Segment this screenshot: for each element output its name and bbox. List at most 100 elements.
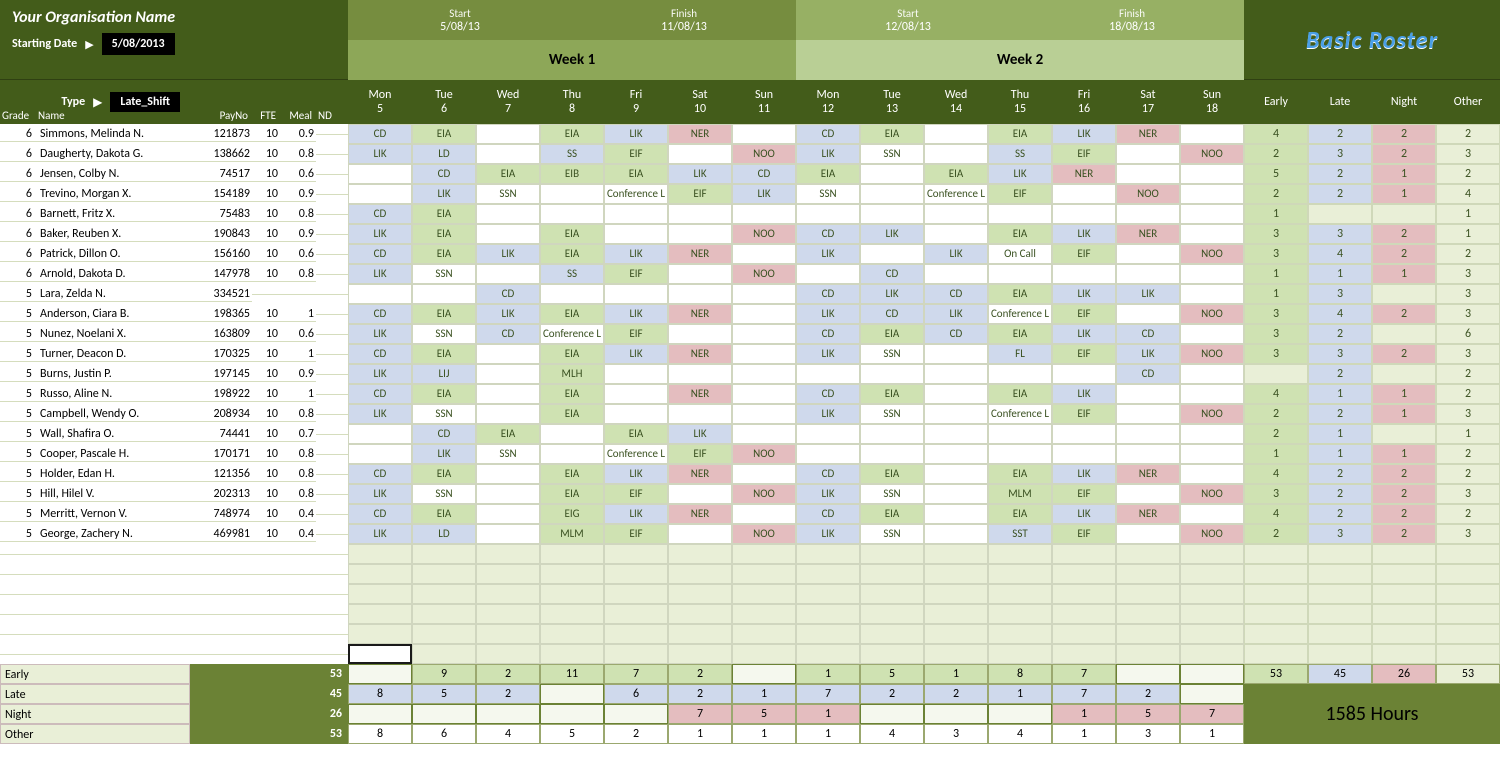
shift-cell[interactable]: NOO (732, 444, 796, 464)
shift-cell[interactable] (1052, 264, 1116, 284)
shift-cell[interactable]: NOO (732, 524, 796, 544)
shift-cell[interactable]: LIK (1116, 344, 1180, 364)
shift-cell[interactable]: EIF (604, 484, 668, 504)
shift-cell[interactable] (476, 404, 540, 424)
shift-cell[interactable] (860, 184, 924, 204)
staff-row[interactable]: 5Anderson, Ciara B.198365101 (0, 304, 348, 324)
shift-cell[interactable] (988, 444, 1052, 464)
shift-cell[interactable]: CD (1116, 364, 1180, 384)
empty-cell[interactable] (604, 584, 668, 604)
empty-cell[interactable] (924, 644, 988, 664)
shift-cell[interactable]: EIF (668, 184, 732, 204)
shift-cell[interactable]: SS (540, 144, 604, 164)
shift-cell[interactable]: EIA (860, 324, 924, 344)
shift-cell[interactable] (924, 404, 988, 424)
empty-cell[interactable] (412, 584, 476, 604)
empty-cell[interactable] (1052, 564, 1116, 584)
shift-cell[interactable] (1052, 184, 1116, 204)
shift-cell[interactable]: LIK (860, 284, 924, 304)
empty-cell[interactable] (860, 604, 924, 624)
shift-cell[interactable]: NER (668, 244, 732, 264)
empty-cell[interactable] (1052, 604, 1116, 624)
shift-cell[interactable] (1116, 384, 1180, 404)
empty-cell[interactable] (860, 564, 924, 584)
shift-cell[interactable]: LIK (668, 424, 732, 444)
shift-cell[interactable] (476, 204, 540, 224)
empty-cell[interactable] (1116, 544, 1180, 564)
shift-cell[interactable]: LIK (796, 404, 860, 424)
shift-cell[interactable] (1180, 124, 1244, 144)
staff-row[interactable]: 6Jensen, Colby N.74517100.6 (0, 164, 348, 184)
empty-cell[interactable] (1180, 604, 1244, 624)
empty-cell[interactable] (988, 544, 1052, 564)
shift-cell[interactable]: LIK (604, 244, 668, 264)
empty-cell[interactable] (988, 564, 1052, 584)
shift-cell[interactable]: LIK (796, 304, 860, 324)
empty-cell[interactable] (1116, 584, 1180, 604)
staff-row[interactable]: 5Campbell, Wendy O.208934100.8 (0, 404, 348, 424)
empty-cell[interactable] (1052, 624, 1116, 644)
shift-cell[interactable]: LIK (796, 484, 860, 504)
empty-cell[interactable] (732, 584, 796, 604)
shift-cell[interactable]: NER (668, 384, 732, 404)
shift-cell[interactable]: CD (924, 284, 988, 304)
empty-cell[interactable] (1180, 584, 1244, 604)
shift-cell[interactable]: LIK (1052, 464, 1116, 484)
staff-row[interactable]: 6Daugherty, Dakota G.138662100.8 (0, 144, 348, 164)
shift-cell[interactable] (1116, 264, 1180, 284)
shift-cell[interactable]: EIA (988, 224, 1052, 244)
shift-cell[interactable]: NER (668, 344, 732, 364)
shift-cell[interactable]: LIJ (412, 364, 476, 384)
shift-cell[interactable] (796, 204, 860, 224)
shift-cell[interactable]: LD (412, 144, 476, 164)
shift-cell[interactable] (1116, 484, 1180, 504)
shift-cell[interactable] (860, 164, 924, 184)
shift-cell[interactable]: NER (668, 464, 732, 484)
empty-cell[interactable] (732, 564, 796, 584)
shift-cell[interactable] (1116, 164, 1180, 184)
shift-cell[interactable]: CD (860, 304, 924, 324)
shift-cell[interactable]: EIA (796, 164, 860, 184)
shift-cell[interactable]: On Call (988, 244, 1052, 264)
shift-cell[interactable]: NER (1116, 124, 1180, 144)
empty-cell[interactable] (540, 604, 604, 624)
empty-cell[interactable] (476, 644, 540, 664)
empty-cell[interactable] (796, 564, 860, 584)
shift-cell[interactable]: EIA (540, 244, 604, 264)
shift-cell[interactable]: EIF (1052, 484, 1116, 504)
shift-cell[interactable] (476, 144, 540, 164)
shift-cell[interactable]: LIK (348, 364, 412, 384)
shift-cell[interactable]: NOO (1180, 404, 1244, 424)
shift-cell[interactable] (348, 284, 412, 304)
shift-cell[interactable] (924, 504, 988, 524)
empty-cell[interactable] (668, 604, 732, 624)
empty-cell[interactable] (860, 584, 924, 604)
shift-cell[interactable] (732, 244, 796, 264)
shift-cell[interactable]: LIK (924, 244, 988, 264)
empty-cell[interactable] (476, 544, 540, 564)
empty-cell[interactable] (924, 584, 988, 604)
shift-cell[interactable]: NER (1116, 464, 1180, 484)
shift-cell[interactable] (476, 364, 540, 384)
staff-row[interactable]: 5Turner, Deacon D.170325101 (0, 344, 348, 364)
shift-cell[interactable] (732, 304, 796, 324)
shift-cell[interactable]: EIA (540, 124, 604, 144)
empty-cell[interactable] (988, 604, 1052, 624)
shift-cell[interactable]: EIF (1052, 344, 1116, 364)
shift-cell[interactable]: EIA (988, 284, 1052, 304)
shift-cell[interactable]: EIA (988, 464, 1052, 484)
shift-cell[interactable]: LIK (412, 184, 476, 204)
shift-cell[interactable] (988, 264, 1052, 284)
shift-cell[interactable]: EIA (604, 164, 668, 184)
shift-cell[interactable]: EIA (860, 504, 924, 524)
staff-row[interactable]: 5Wall, Shafira O.74441100.7 (0, 424, 348, 444)
shift-cell[interactable]: CD (412, 164, 476, 184)
empty-cell[interactable] (924, 604, 988, 624)
shift-cell[interactable]: LIK (1052, 124, 1116, 144)
empty-cell[interactable] (604, 604, 668, 624)
shift-cell[interactable]: CD (796, 464, 860, 484)
shift-cell[interactable] (1116, 204, 1180, 224)
shift-cell[interactable] (1180, 164, 1244, 184)
shift-cell[interactable] (540, 284, 604, 304)
empty-cell[interactable] (348, 624, 412, 644)
